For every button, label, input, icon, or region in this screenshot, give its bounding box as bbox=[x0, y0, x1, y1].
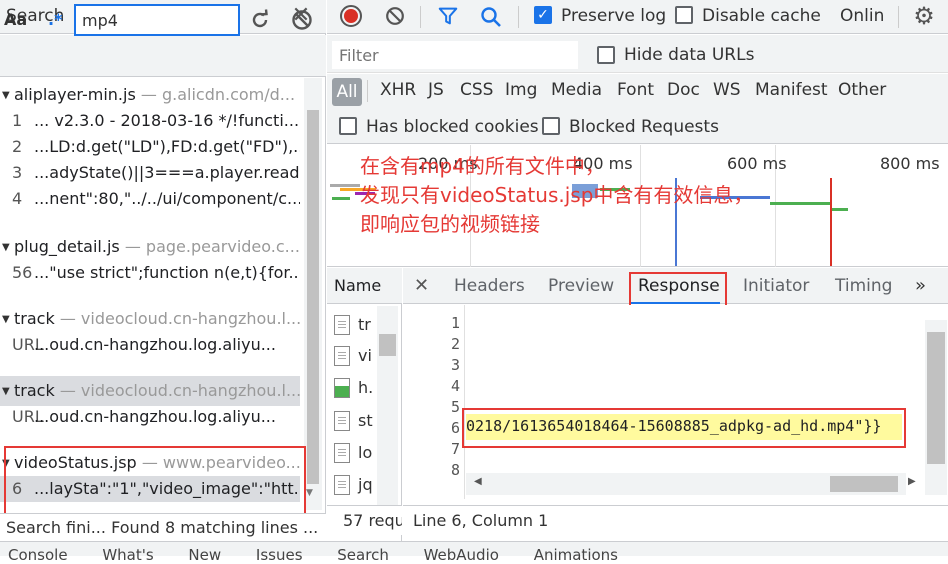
line-number: 5 bbox=[450, 398, 460, 416]
blocked-requests-checkbox[interactable] bbox=[542, 117, 560, 135]
expand-triangle-icon[interactable]: ▼ bbox=[2, 233, 14, 262]
waterfall-bar bbox=[332, 197, 350, 200]
has-blocked-cookies-label: Has blocked cookies bbox=[366, 117, 539, 137]
result-file-row[interactable]: ▼ plug_detail.js — page.pearvideo.c... bbox=[0, 232, 300, 262]
type-filter-manifest[interactable]: Manifest bbox=[755, 80, 828, 100]
request-row[interactable]: st bbox=[334, 406, 382, 436]
request-row[interactable]: tr bbox=[334, 310, 382, 340]
scroll-right-arrow-icon[interactable]: ▶ bbox=[908, 476, 916, 487]
highlight-box-video-link bbox=[462, 408, 906, 448]
tab-initiator[interactable]: Initiator bbox=[743, 268, 809, 304]
toolbar-divider bbox=[518, 6, 519, 28]
preserve-log-checkbox[interactable]: ✓ bbox=[534, 6, 552, 24]
line-number: 1 bbox=[450, 314, 460, 332]
request-row[interactable]: h. bbox=[334, 373, 382, 403]
gear-icon[interactable]: ⚙ bbox=[910, 2, 938, 30]
regex-toggle[interactable]: .* bbox=[48, 10, 62, 29]
document-icon bbox=[334, 346, 350, 366]
result-file-row[interactable]: ▼ track — videocloud.cn-hangzhou.l... bbox=[0, 304, 300, 334]
type-filter-media[interactable]: Media bbox=[551, 80, 602, 100]
line-number: 2 bbox=[450, 335, 460, 353]
line-number: 8 bbox=[450, 461, 460, 479]
type-filter-other[interactable]: Other bbox=[838, 80, 886, 100]
scroll-down-arrow-icon[interactable]: ▼ bbox=[306, 488, 313, 498]
clear-icon[interactable] bbox=[290, 8, 314, 32]
response-vertical-scroll-thumb[interactable] bbox=[927, 332, 945, 464]
timeline-tick-label: 800 ms bbox=[880, 154, 940, 173]
image-icon bbox=[334, 378, 350, 398]
disable-cache-label: Disable cache bbox=[702, 6, 821, 26]
type-filter-all[interactable]: All bbox=[332, 78, 362, 106]
document-icon bbox=[334, 315, 350, 335]
result-line-row[interactable]: URL...oud.cn-hangzhou.log.aliyu... bbox=[0, 332, 300, 358]
tab-headers[interactable]: Headers bbox=[454, 268, 525, 304]
scroll-left-arrow-icon[interactable]: ◀ bbox=[474, 476, 482, 487]
cursor-position: Line 6, Column 1 bbox=[403, 505, 948, 535]
search-bar bbox=[0, 35, 326, 77]
throttling-select[interactable]: Onlin bbox=[840, 6, 884, 26]
waterfall-bar bbox=[832, 208, 848, 211]
toolbar-divider bbox=[420, 6, 421, 28]
hide-data-urls-label: Hide data URLs bbox=[624, 45, 755, 65]
request-row[interactable]: jq bbox=[334, 470, 382, 500]
result-file-row[interactable]: ▼ aliplayer-min.js — g.alicdn.com/d... bbox=[0, 80, 300, 110]
result-line-row[interactable]: 3 ...adyState()||3===a.player.read... bbox=[0, 160, 300, 186]
search-results-scroll-thumb[interactable] bbox=[307, 110, 319, 484]
waterfall-bar bbox=[330, 184, 360, 187]
filter-input[interactable] bbox=[332, 41, 578, 69]
result-file-row[interactable]: ▼ track — videocloud.cn-hangzhou.l... bbox=[0, 376, 300, 406]
line-number: 3 bbox=[450, 356, 460, 374]
result-line-row[interactable]: 1... v2.3.0 - 2018-03-16 */!functi... bbox=[0, 108, 300, 134]
request-list-scroll-thumb[interactable] bbox=[379, 334, 396, 356]
type-filter-font[interactable]: Font bbox=[617, 80, 654, 100]
blocked-requests-label: Blocked Requests bbox=[569, 117, 719, 137]
has-blocked-cookies-checkbox[interactable] bbox=[339, 117, 357, 135]
type-filter-css[interactable]: CSS bbox=[460, 80, 493, 100]
line-number: 4 bbox=[450, 377, 460, 395]
filter-icon[interactable] bbox=[437, 5, 459, 27]
load-marker bbox=[830, 178, 832, 266]
response-horizontal-scroll-thumb[interactable] bbox=[830, 476, 898, 492]
tab-preview[interactable]: Preview bbox=[548, 268, 614, 304]
document-icon bbox=[334, 411, 350, 431]
name-column-header[interactable]: Name bbox=[327, 268, 402, 304]
search-icon[interactable] bbox=[479, 5, 503, 29]
request-row[interactable]: vi bbox=[334, 341, 382, 371]
result-line-row[interactable]: 2 ...LD:d.get("LD"),FD:d.get("FD"),... bbox=[0, 134, 300, 160]
expand-triangle-icon[interactable]: ▼ bbox=[2, 305, 14, 334]
line-number: 7 bbox=[450, 440, 460, 458]
highlight-box-videostatus bbox=[4, 446, 306, 518]
record-icon bbox=[344, 9, 358, 23]
result-line-row[interactable]: 56 ..."use strict";function n(e,t){for... bbox=[0, 260, 300, 286]
type-filter-xhr[interactable]: XHR bbox=[380, 80, 416, 100]
type-divider bbox=[367, 80, 368, 102]
type-filter-doc[interactable]: Doc bbox=[667, 80, 700, 100]
type-filter-img[interactable]: Img bbox=[505, 80, 537, 100]
toolbar-divider bbox=[898, 6, 899, 28]
hide-data-urls-checkbox[interactable] bbox=[597, 46, 615, 64]
result-line-row[interactable]: 4 ...nent":80,"../../ui/component/c... bbox=[0, 186, 300, 212]
document-icon bbox=[334, 443, 350, 463]
request-row[interactable]: lo bbox=[334, 438, 382, 468]
close-icon[interactable]: ✕ bbox=[414, 268, 429, 304]
block-clear-icon[interactable] bbox=[384, 5, 406, 27]
match-case-toggle[interactable]: Aa bbox=[4, 10, 27, 29]
search-status: Search fini... Found 8 matching lines ..… bbox=[0, 513, 326, 541]
annotation-text: 在含有mp4的所有文件中， 发现只有videoStatus.jsp中含有有效信息… bbox=[360, 154, 754, 236]
refresh-icon[interactable] bbox=[248, 8, 272, 32]
preserve-log-label: Preserve log bbox=[561, 6, 667, 26]
result-line-row[interactable]: URL...oud.cn-hangzhou.log.aliyu... bbox=[0, 404, 300, 430]
expand-triangle-icon[interactable]: ▼ bbox=[2, 81, 14, 110]
type-filter-js[interactable]: JS bbox=[428, 80, 444, 100]
document-icon bbox=[334, 475, 350, 495]
drawer-tab-labels[interactable]: Console What's New Issues Search WebAudi… bbox=[8, 546, 618, 564]
more-tabs-icon[interactable]: » bbox=[915, 268, 926, 304]
type-filter-ws[interactable]: WS bbox=[713, 80, 741, 100]
tab-timing[interactable]: Timing bbox=[835, 268, 892, 304]
disable-cache-checkbox[interactable] bbox=[675, 6, 693, 24]
line-number: 6 bbox=[450, 419, 460, 437]
request-count: 57 requ bbox=[327, 505, 402, 535]
search-input[interactable] bbox=[74, 4, 240, 36]
expand-triangle-icon[interactable]: ▼ bbox=[2, 377, 14, 406]
